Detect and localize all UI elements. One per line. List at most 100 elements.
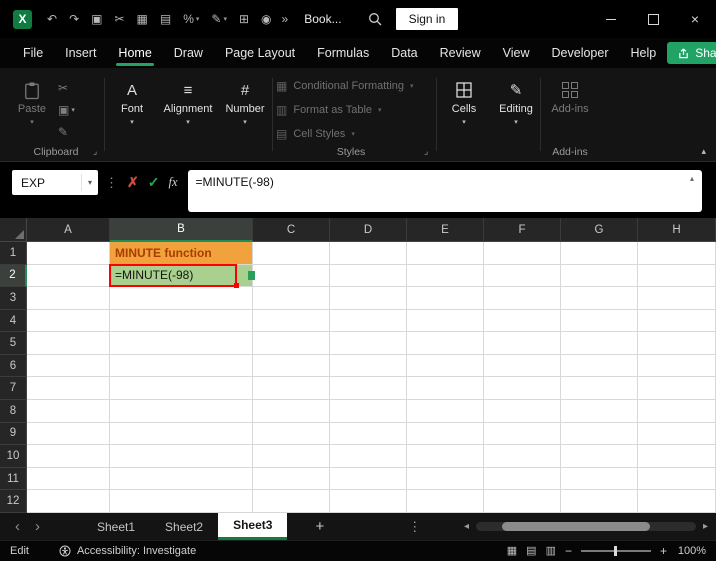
add-ins-button[interactable]: Add-ins (546, 74, 594, 146)
cell-G1[interactable] (561, 242, 638, 265)
cell-C4[interactable] (253, 309, 330, 333)
chevron-down-icon[interactable]: ▾ (80, 173, 98, 192)
cell-E7[interactable] (407, 377, 484, 401)
format-painter-icon[interactable]: ✎ (58, 126, 75, 138)
accessibility-icon[interactable] (59, 545, 71, 557)
cell-F2[interactable] (484, 264, 561, 288)
column-header-D[interactable]: D (330, 218, 407, 242)
cell-D11[interactable] (330, 467, 407, 491)
cell-C6[interactable] (253, 354, 330, 378)
scrollbar-track[interactable] (475, 522, 696, 531)
copy-icon[interactable]: ▣ ▾ (58, 104, 75, 116)
cell-A8[interactable] (27, 400, 110, 423)
cell-C12[interactable] (253, 490, 330, 513)
cell-F11[interactable] (484, 467, 561, 491)
picture-icon[interactable]: ▦ (137, 13, 148, 25)
cell-B4[interactable] (110, 309, 253, 333)
cell-E4[interactable] (407, 309, 484, 333)
cell-F1[interactable] (484, 242, 561, 265)
cell-D8[interactable] (330, 400, 407, 423)
format-painter-icon[interactable]: ✎ ▾ (211, 13, 227, 25)
cell-D1[interactable] (330, 242, 407, 265)
row-header-10[interactable]: 10 (0, 445, 27, 468)
cell-E5[interactable] (407, 332, 484, 355)
cell-H12[interactable] (638, 490, 716, 513)
row-header-12[interactable]: 12 (0, 490, 27, 513)
copy-icon[interactable]: ▣ (91, 13, 102, 25)
row-header-9[interactable]: 9 (0, 422, 27, 446)
cell-E6[interactable] (407, 354, 484, 378)
zoom-level[interactable]: 100% (676, 545, 706, 557)
column-header-C[interactable]: C (253, 218, 330, 242)
menu-tab-view[interactable]: View (492, 38, 541, 68)
cell-A2[interactable] (27, 264, 110, 288)
accessibility-status[interactable]: Accessibility: Investigate (77, 545, 196, 557)
sheet-nav-left-icon[interactable]: ‹ (15, 519, 20, 534)
cell-B7[interactable] (110, 377, 253, 401)
row-header-2[interactable]: 2 (0, 264, 27, 288)
menu-tab-data[interactable]: Data (380, 38, 428, 68)
cell-B11[interactable] (110, 467, 253, 491)
cut-icon[interactable]: ✂ (114, 13, 124, 25)
cell-G12[interactable] (561, 490, 638, 513)
search-icon[interactable] (368, 12, 382, 26)
cell-A3[interactable] (27, 287, 110, 310)
collapse-ribbon-icon[interactable]: ▴ (701, 146, 706, 157)
cell-F5[interactable] (484, 332, 561, 355)
cell-F7[interactable] (484, 377, 561, 401)
cell-G6[interactable] (561, 354, 638, 378)
cell-C8[interactable] (253, 400, 330, 423)
cell-D3[interactable] (330, 287, 407, 310)
cell-C2[interactable] (253, 264, 330, 288)
cell-F9[interactable] (484, 422, 561, 446)
table-icon[interactable]: ▤ (160, 13, 171, 25)
zoom-out-icon[interactable]: − (565, 545, 572, 557)
normal-view-icon[interactable]: ▦ (507, 545, 517, 557)
cells-button[interactable]: Cells ▾ (442, 74, 486, 146)
cell-styles-button[interactable]: ▤ Cell Styles ▾ (276, 124, 414, 144)
row-header-7[interactable]: 7 (0, 377, 27, 401)
cell-C10[interactable] (253, 445, 330, 468)
minimize-button[interactable] (590, 0, 632, 38)
format-as-table-button[interactable]: ▥ Format as Table ▾ (276, 100, 414, 120)
sign-in-button[interactable]: Sign in (395, 8, 459, 30)
cell-H1[interactable] (638, 242, 716, 265)
cell-C11[interactable] (253, 467, 330, 491)
formula-bar-options-icon[interactable]: ⋮ (105, 170, 118, 195)
menu-tab-insert[interactable]: Insert (54, 38, 107, 68)
sheet-tab-sheet1[interactable]: Sheet1 (82, 513, 150, 540)
column-header-G[interactable]: G (561, 218, 638, 242)
paste-button[interactable]: Paste ▾ (10, 74, 54, 146)
cell-A9[interactable] (27, 422, 110, 446)
menu-tab-help[interactable]: Help (620, 38, 668, 68)
cell-A11[interactable] (27, 467, 110, 491)
cell-D2[interactable] (330, 264, 407, 288)
cell-E9[interactable] (407, 422, 484, 446)
menu-tab-draw[interactable]: Draw (163, 38, 214, 68)
cell-G5[interactable] (561, 332, 638, 355)
number-group-button[interactable]: # Number ▾ (220, 74, 270, 146)
enter-icon[interactable]: ✓ (148, 170, 160, 195)
editing-button[interactable]: ✎ Editing ▾ (492, 74, 540, 146)
cell-B5[interactable] (110, 332, 253, 355)
row-header-11[interactable]: 11 (0, 467, 27, 491)
cell-H4[interactable] (638, 309, 716, 333)
percent-style-icon[interactable]: % ▾ (183, 13, 199, 25)
clipboard-dialog-launcher[interactable]: ⌟ (93, 146, 97, 157)
cell-G11[interactable] (561, 467, 638, 491)
cell-G2[interactable] (561, 264, 638, 288)
scrollbar-thumb[interactable] (501, 522, 650, 531)
add-sheet-button[interactable]: + (315, 519, 324, 534)
menu-tab-file[interactable]: File (12, 38, 54, 68)
zoom-slider[interactable] (580, 546, 651, 556)
cell-E3[interactable] (407, 287, 484, 310)
cell-A10[interactable] (27, 445, 110, 468)
name-box[interactable]: EXP ▾ (12, 170, 98, 195)
cell-H2[interactable] (638, 264, 716, 288)
cell-C3[interactable] (253, 287, 330, 310)
sheet-nav-right-icon[interactable]: › (35, 519, 40, 534)
maximize-button[interactable] (632, 0, 674, 38)
column-header-A[interactable]: A (27, 218, 110, 242)
cell-F6[interactable] (484, 354, 561, 378)
column-header-E[interactable]: E (407, 218, 484, 242)
